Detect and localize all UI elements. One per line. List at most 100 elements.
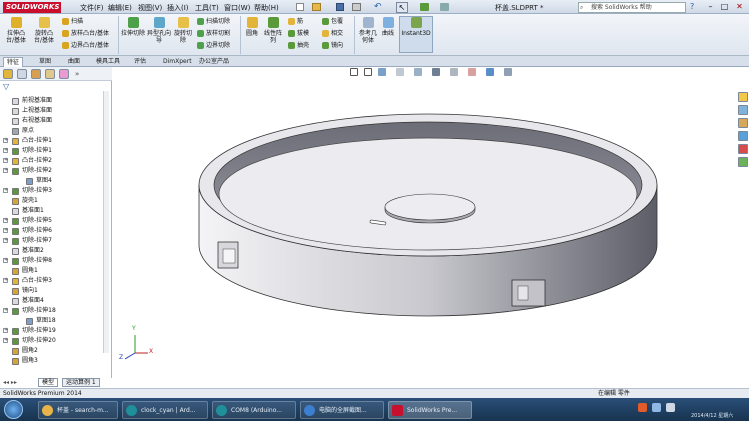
menu-insert[interactable]: 插入(I) xyxy=(167,3,189,13)
taskbar-item-arduino-2[interactable]: COM8 (Arduino... xyxy=(212,401,296,419)
tree-item[interactable]: + 切除-拉伸8 xyxy=(0,256,108,266)
custom-properties-icon[interactable] xyxy=(738,157,748,167)
rib-button[interactable]: 筋 xyxy=(288,18,303,25)
expand-icon[interactable]: + xyxy=(3,148,8,153)
expand-icon[interactable]: + xyxy=(3,278,8,283)
tab-sketch[interactable]: 草图 xyxy=(36,57,54,67)
volume-icon[interactable] xyxy=(666,403,675,412)
expand-icon[interactable]: + xyxy=(3,138,8,143)
tree-item[interactable]: 草图18 xyxy=(0,316,108,326)
new-icon[interactable] xyxy=(296,3,304,11)
boundary-cut-button[interactable]: 边界切除 xyxy=(197,42,230,49)
expand-icon[interactable]: + xyxy=(3,168,8,173)
linear-pattern-button[interactable]: 线性阵列 xyxy=(263,17,283,44)
extrude-boss-button[interactable]: 拉伸凸台/基体 xyxy=(3,17,29,44)
select-cursor-icon[interactable]: ↖ xyxy=(396,2,408,13)
menu-window[interactable]: 窗口(W) xyxy=(224,3,250,13)
tree-item[interactable]: + 切除-拉伸20 xyxy=(0,336,108,346)
tree-item[interactable]: + 凸台-拉伸1 xyxy=(0,136,108,146)
shell-button[interactable]: 抽壳 xyxy=(288,42,309,49)
property-manager-icon[interactable] xyxy=(17,69,27,79)
revolve-boss-button[interactable]: 旋转凸台/基体 xyxy=(31,17,57,44)
tree-item[interactable]: + 凸台-拉伸2 xyxy=(0,156,108,166)
tab-nav-icon[interactable]: ◂◂ ▸▸ xyxy=(3,379,17,386)
display-manager-icon[interactable] xyxy=(59,69,69,79)
expand-icon[interactable]: + xyxy=(3,188,8,193)
draft-button[interactable]: 拔模 xyxy=(288,30,309,37)
taskbar-item-browser[interactable]: 电脑的全屏截图... xyxy=(300,401,384,419)
menu-help[interactable]: 帮助(H) xyxy=(254,3,279,13)
expand-icon[interactable]: + xyxy=(3,158,8,163)
undo-icon[interactable]: ↶ xyxy=(374,2,382,12)
hole-wizard-button[interactable]: 异型孔向导 xyxy=(147,17,171,44)
wrap-button[interactable]: 包覆 xyxy=(322,18,343,25)
mirror-button[interactable]: 镜向 xyxy=(322,42,343,49)
expand-icon[interactable]: + xyxy=(3,228,8,233)
tree-item[interactable]: 基准面4 xyxy=(0,296,108,306)
file-explorer-icon[interactable] xyxy=(738,118,748,128)
tree-item[interactable]: + 切除-拉伸5 xyxy=(0,216,108,226)
graphics-area[interactable]: Y X Z xyxy=(113,67,736,378)
taskbar-item-arduino-1[interactable]: clock_cyan | Ard... xyxy=(122,401,208,419)
tree-item[interactable]: + 切除-拉伸1 xyxy=(0,146,108,156)
tree-item[interactable]: + 切除-拉伸19 xyxy=(0,326,108,336)
intersect-button[interactable]: 相交 xyxy=(322,30,343,37)
expand-icon[interactable]: + xyxy=(3,308,8,313)
tree-item[interactable]: 圆角1 xyxy=(0,266,108,276)
tree-item[interactable]: 旋壳1 xyxy=(0,196,108,206)
tree-item[interactable]: 草图4 xyxy=(0,176,108,186)
extrude-cut-button[interactable]: 拉伸切除 xyxy=(121,17,145,37)
swept-cut-button[interactable]: 扫描切除 xyxy=(197,18,230,25)
lofted-cut-button[interactable]: 放样切割 xyxy=(197,30,230,37)
tree-item[interactable]: 原点 xyxy=(0,126,108,136)
close-button[interactable]: ✕ xyxy=(733,2,746,13)
tab-model[interactable]: 模型 xyxy=(38,378,59,387)
options-icon[interactable] xyxy=(440,3,449,11)
tree-item[interactable]: 上视基准面 xyxy=(0,106,108,116)
search-input[interactable]: 搜索 SolidWorks 帮助 xyxy=(578,2,686,13)
tree-item[interactable]: + 凸台-拉伸3 xyxy=(0,276,108,286)
tree-item[interactable]: 圆角2 xyxy=(0,346,108,356)
instant3d-button[interactable]: Instant3D xyxy=(399,16,433,53)
expand-icon[interactable]: + xyxy=(3,338,8,343)
tab-evaluate[interactable]: 评估 xyxy=(131,57,149,67)
save-icon[interactable] xyxy=(336,3,344,11)
minimize-button[interactable]: – xyxy=(704,2,717,13)
tab-surfaces[interactable]: 曲面 xyxy=(65,57,83,67)
tab-dimxpert[interactable]: DimXpert xyxy=(160,57,195,67)
expand-icon[interactable]: + xyxy=(3,328,8,333)
chevron-right-icon[interactable]: » xyxy=(75,70,79,78)
tree-item[interactable]: 右视基准面 xyxy=(0,116,108,126)
tree-item[interactable]: 前视基准面 xyxy=(0,96,108,106)
design-library-icon[interactable] xyxy=(738,105,748,115)
tab-office-products[interactable]: 办公室产品 xyxy=(196,57,232,67)
sweep-button[interactable]: 扫描 xyxy=(62,18,83,25)
open-icon[interactable] xyxy=(312,3,321,11)
appearances-icon[interactable] xyxy=(738,144,748,154)
boundary-boss-button[interactable]: 边界凸台/基体 xyxy=(62,42,109,49)
print-icon[interactable] xyxy=(352,3,361,11)
network-icon[interactable] xyxy=(652,403,661,412)
taskbar-item-folder[interactable]: 杯盖 - search-m... xyxy=(38,401,118,419)
tree-item[interactable]: 圆角3 xyxy=(0,356,108,366)
view-palette-icon[interactable] xyxy=(738,131,748,141)
tree-item[interactable]: 镜向1 xyxy=(0,286,108,296)
fillet-button[interactable]: 圆角 xyxy=(243,17,261,37)
reference-geometry-button[interactable]: 参考几何体 xyxy=(357,17,379,44)
loft-button[interactable]: 放样凸台/基体 xyxy=(62,30,109,37)
expand-icon[interactable]: + xyxy=(3,238,8,243)
tree-item[interactable]: + 切除-拉伸7 xyxy=(0,236,108,246)
menu-tools[interactable]: 工具(T) xyxy=(195,3,219,13)
tree-item[interactable]: + 切除-拉伸6 xyxy=(0,226,108,236)
tab-mold-tools[interactable]: 模具工具 xyxy=(93,57,123,67)
menu-edit[interactable]: 编辑(E) xyxy=(108,3,132,13)
tree-item[interactable]: + 切除-拉伸2 xyxy=(0,166,108,176)
feature-tree-icon[interactable] xyxy=(3,69,13,79)
app-logo[interactable]: SOLIDWORKS xyxy=(3,2,61,13)
menu-file[interactable]: 文件(F) xyxy=(80,3,104,13)
tab-motion-study[interactable]: 运动算例 1 xyxy=(62,378,100,387)
rebuild-icon[interactable] xyxy=(420,3,429,11)
tree-item[interactable]: + 切除-拉伸3 xyxy=(0,186,108,196)
curves-button[interactable]: 曲线 xyxy=(380,17,396,37)
tree-item[interactable]: + 切除-拉伸18 xyxy=(0,306,108,316)
